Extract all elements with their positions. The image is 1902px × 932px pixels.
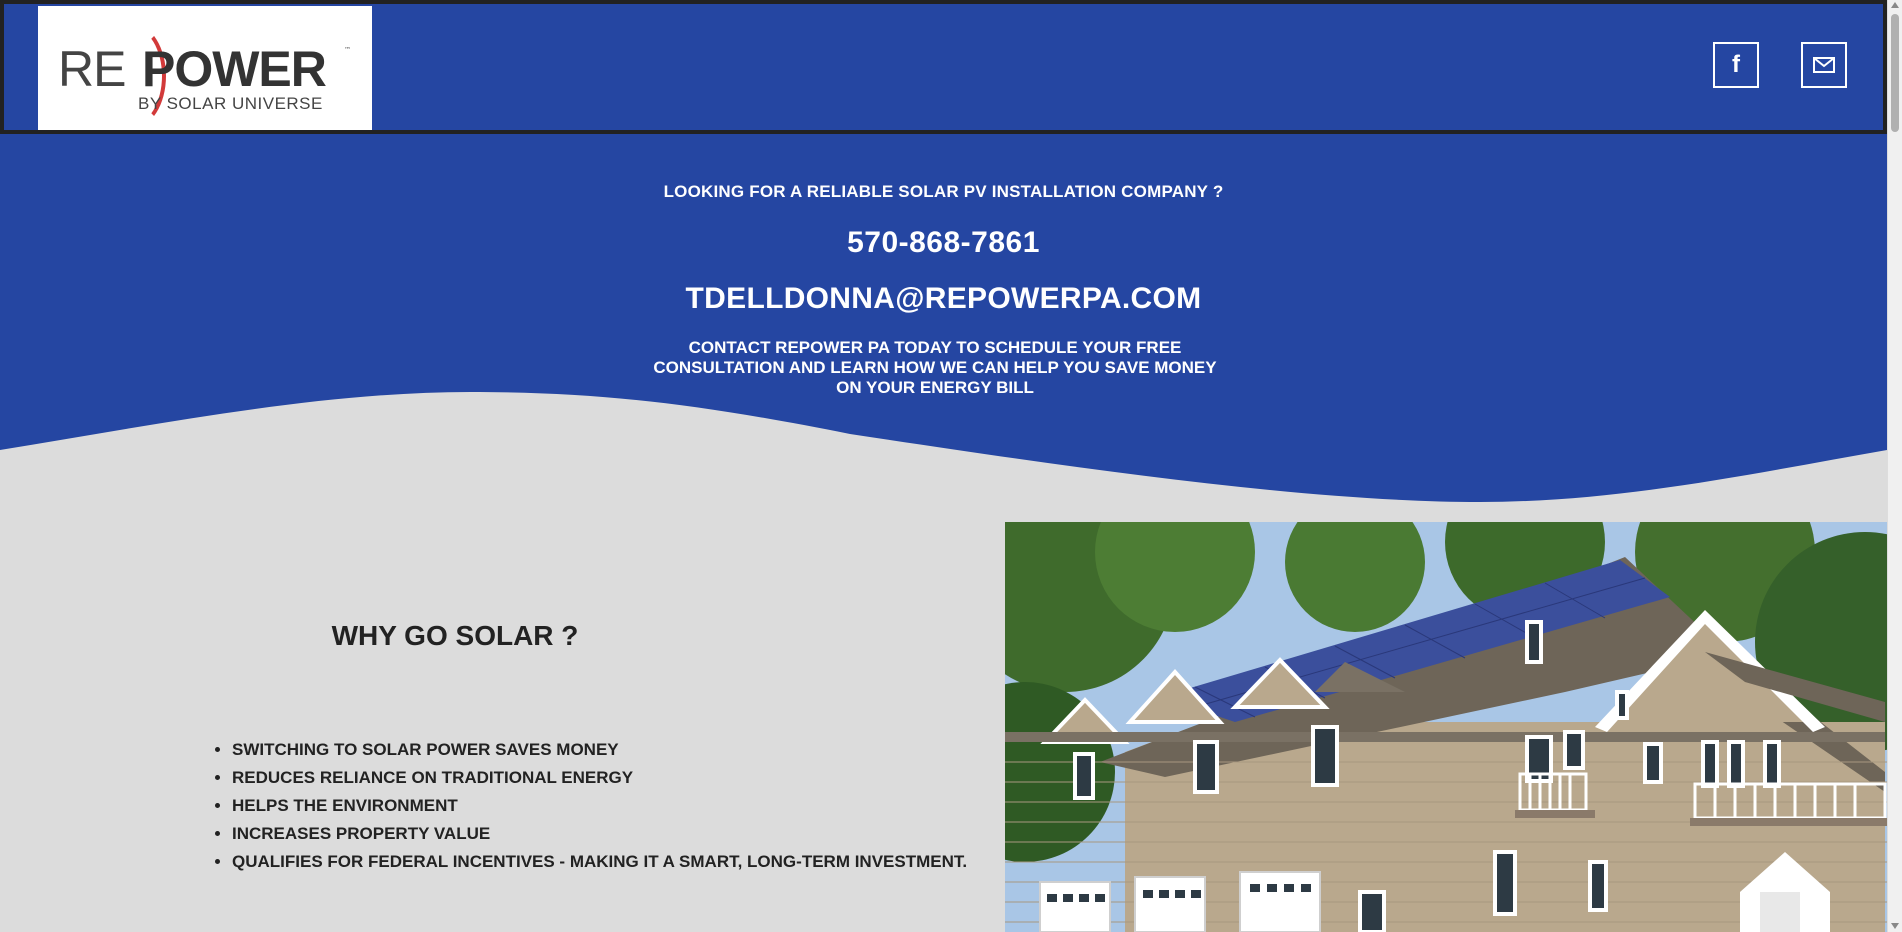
list-item: QUALIFIES FOR FEDERAL INCENTIVES - MAKIN… (232, 852, 992, 872)
email-link[interactable] (1801, 42, 1847, 88)
hero-email[interactable]: TDELLDONNA@REPOWERPA.COM (0, 282, 1887, 316)
facebook-link[interactable]: f (1713, 42, 1759, 88)
scroll-down-icon[interactable] (1891, 923, 1899, 929)
page: RE POWER ™ BY SOLAR UNIVERSE f LOOKING F… (0, 0, 1887, 932)
list-item: HELPS THE ENVIRONMENT (232, 796, 992, 816)
mail-icon (1813, 57, 1835, 73)
site-header: RE POWER ™ BY SOLAR UNIVERSE f (0, 0, 1887, 134)
scroll-up-icon[interactable] (1891, 2, 1899, 8)
why-solar-title: WHY GO SOLAR ? (331, 620, 579, 651)
hero-cta: CONTACT REPOWER PA TODAY TO SCHEDULE YOU… (653, 338, 1217, 397)
logo-power-text: POWER (142, 41, 327, 97)
list-item: INCREASES PROPERTY VALUE (232, 824, 992, 844)
page-scrollbar[interactable] (1887, 0, 1902, 932)
list-item: REDUCES RELIANCE ON TRADITIONAL ENERGY (232, 768, 992, 788)
scroll-thumb[interactable] (1891, 14, 1899, 132)
hero-question: LOOKING FOR A RELIABLE SOLAR PV INSTALLA… (663, 182, 1224, 201)
logo-subtitle: BY SOLAR UNIVERSE (138, 94, 323, 113)
logo-trademark: ™ (344, 46, 351, 54)
facebook-icon: f (1732, 51, 1740, 78)
repower-logo[interactable]: RE POWER ™ BY SOLAR UNIVERSE (38, 6, 372, 130)
benefits-list: SWITCHING TO SOLAR POWER SAVES MONEY RED… (210, 740, 992, 880)
solar-house-photo (1005, 522, 1887, 932)
hero-phone[interactable]: 570-868-7861 (0, 226, 1887, 260)
list-item: SWITCHING TO SOLAR POWER SAVES MONEY (232, 740, 992, 760)
hero-section: LOOKING FOR A RELIABLE SOLAR PV INSTALLA… (0, 134, 1887, 514)
